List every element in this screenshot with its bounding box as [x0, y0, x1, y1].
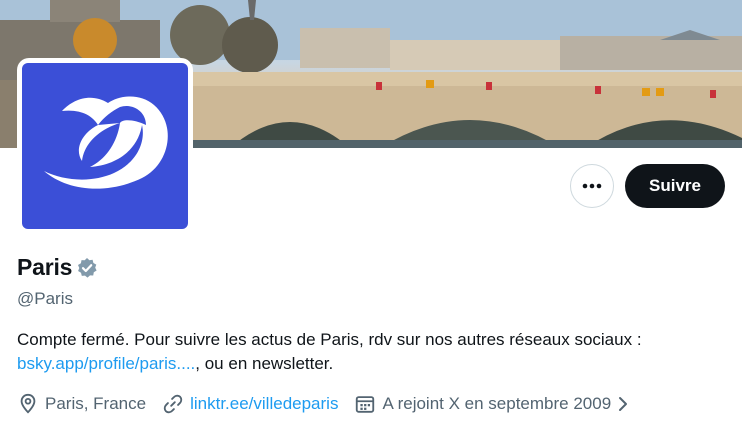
website-item[interactable]: linktr.ee/villedeparis [162, 393, 338, 415]
paris-logo [22, 63, 188, 229]
joined-item: A rejoint X en septembre 2009 [354, 393, 631, 415]
profile-bio: Compte fermé. Pour suivre les actus de P… [17, 328, 727, 376]
profile-meta: Paris, France linktr.ee/villedeparis A r… [17, 393, 647, 415]
joined-text: A rejoint X en septembre 2009 [382, 394, 612, 413]
more-options-button[interactable] [570, 164, 614, 208]
bio-suffix: , ou en newsletter. [195, 354, 334, 373]
avatar[interactable] [17, 58, 193, 234]
paris-boat-logo-icon [44, 96, 168, 189]
profile-handle: @Paris [17, 289, 73, 308]
follow-button[interactable]: Suivre [625, 164, 725, 208]
verified-badge-icon[interactable] [76, 257, 98, 279]
profile-name: Paris [17, 254, 73, 280]
more-horizontal-icon [582, 183, 602, 189]
bio-text: Compte fermé. Pour suivre les actus de P… [17, 330, 642, 349]
bio-link[interactable]: bsky.app/profile/paris.... [17, 354, 195, 373]
chevron-right-icon[interactable] [615, 393, 631, 415]
link-icon [163, 394, 183, 414]
calendar-icon [356, 396, 375, 413]
profile-name-row: Paris [17, 254, 98, 281]
location-pin-icon [20, 393, 36, 414]
location-text: Paris, France [45, 394, 147, 413]
location-item: Paris, France [17, 393, 146, 415]
website-link[interactable]: linktr.ee/villedeparis [190, 394, 338, 414]
